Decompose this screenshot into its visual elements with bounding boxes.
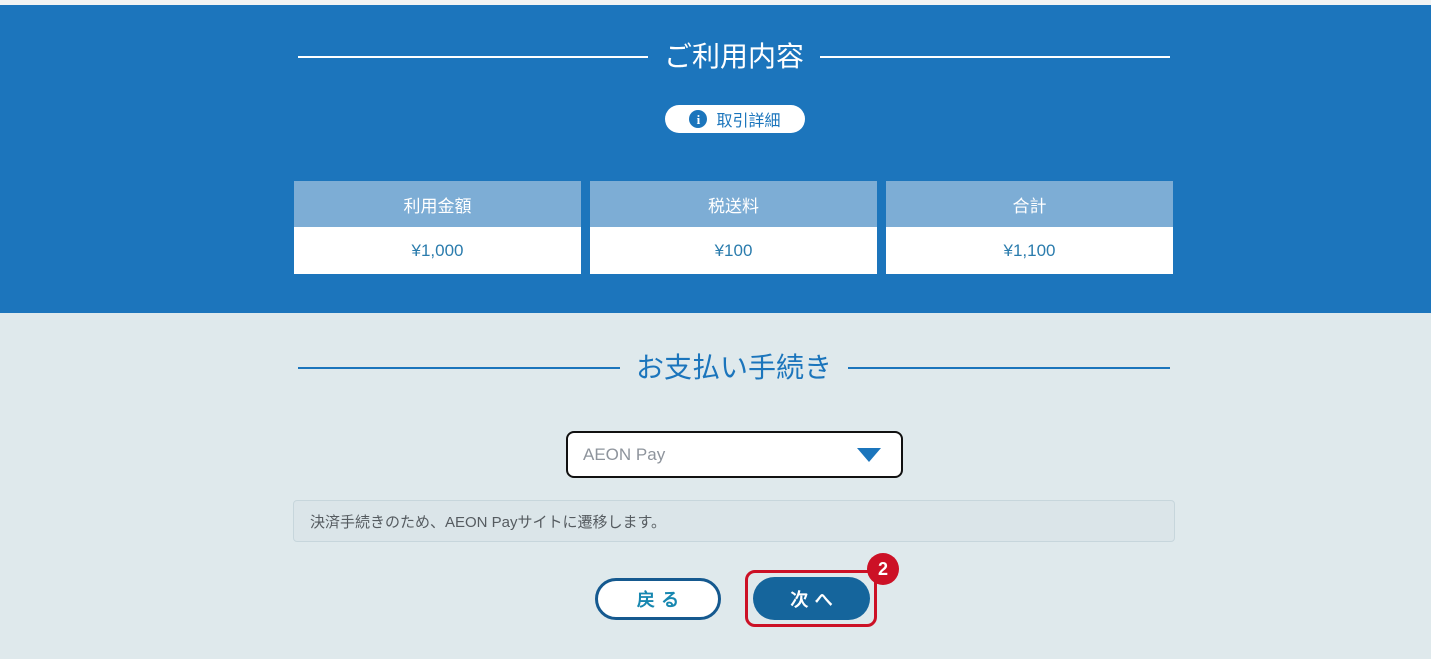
column-value: ¥100 bbox=[590, 227, 877, 274]
column-value: ¥1,100 bbox=[886, 227, 1173, 274]
divider-line bbox=[848, 367, 1170, 369]
column-header: 税送料 bbox=[590, 181, 877, 227]
transaction-details-button[interactable]: i 取引詳細 bbox=[665, 105, 805, 133]
column-header: 利用金額 bbox=[294, 181, 581, 227]
payment-section-header: お支払い手続き bbox=[298, 351, 1170, 385]
info-icon-glyph: i bbox=[697, 113, 701, 126]
amount-column-total: 合計 ¥1,100 bbox=[886, 181, 1173, 274]
amount-column-usage: 利用金額 ¥1,000 bbox=[294, 181, 581, 274]
payment-method-selected-value: AEON Pay bbox=[583, 445, 857, 465]
annotation-badge: 2 bbox=[867, 553, 899, 585]
divider-line bbox=[298, 56, 648, 58]
column-header: 合計 bbox=[886, 181, 1173, 227]
usage-section-title: ご利用内容 bbox=[664, 40, 804, 74]
chevron-down-icon bbox=[857, 448, 881, 462]
amount-column-tax-shipping: 税送料 ¥100 bbox=[590, 181, 877, 274]
divider-line bbox=[820, 56, 1170, 58]
transaction-details-label: 取引詳細 bbox=[716, 107, 780, 131]
divider-line bbox=[298, 367, 620, 369]
column-value: ¥1,000 bbox=[294, 227, 581, 274]
payment-redirect-notice: 決済手続きのため、AEON Payサイトに遷移します。 bbox=[293, 500, 1175, 542]
back-button[interactable]: 戻る bbox=[595, 578, 721, 620]
amount-table: 利用金額 ¥1,000 税送料 ¥100 合計 ¥1,100 bbox=[294, 181, 1173, 274]
info-icon: i bbox=[689, 110, 707, 128]
payment-section-title: お支払い手続き bbox=[636, 351, 832, 385]
next-button[interactable]: 次へ bbox=[753, 577, 870, 620]
usage-section-header: ご利用内容 bbox=[298, 40, 1170, 74]
payment-method-select[interactable]: AEON Pay bbox=[566, 431, 903, 478]
payment-redirect-notice-text: 決済手続きのため、AEON Payサイトに遷移します。 bbox=[310, 511, 666, 532]
